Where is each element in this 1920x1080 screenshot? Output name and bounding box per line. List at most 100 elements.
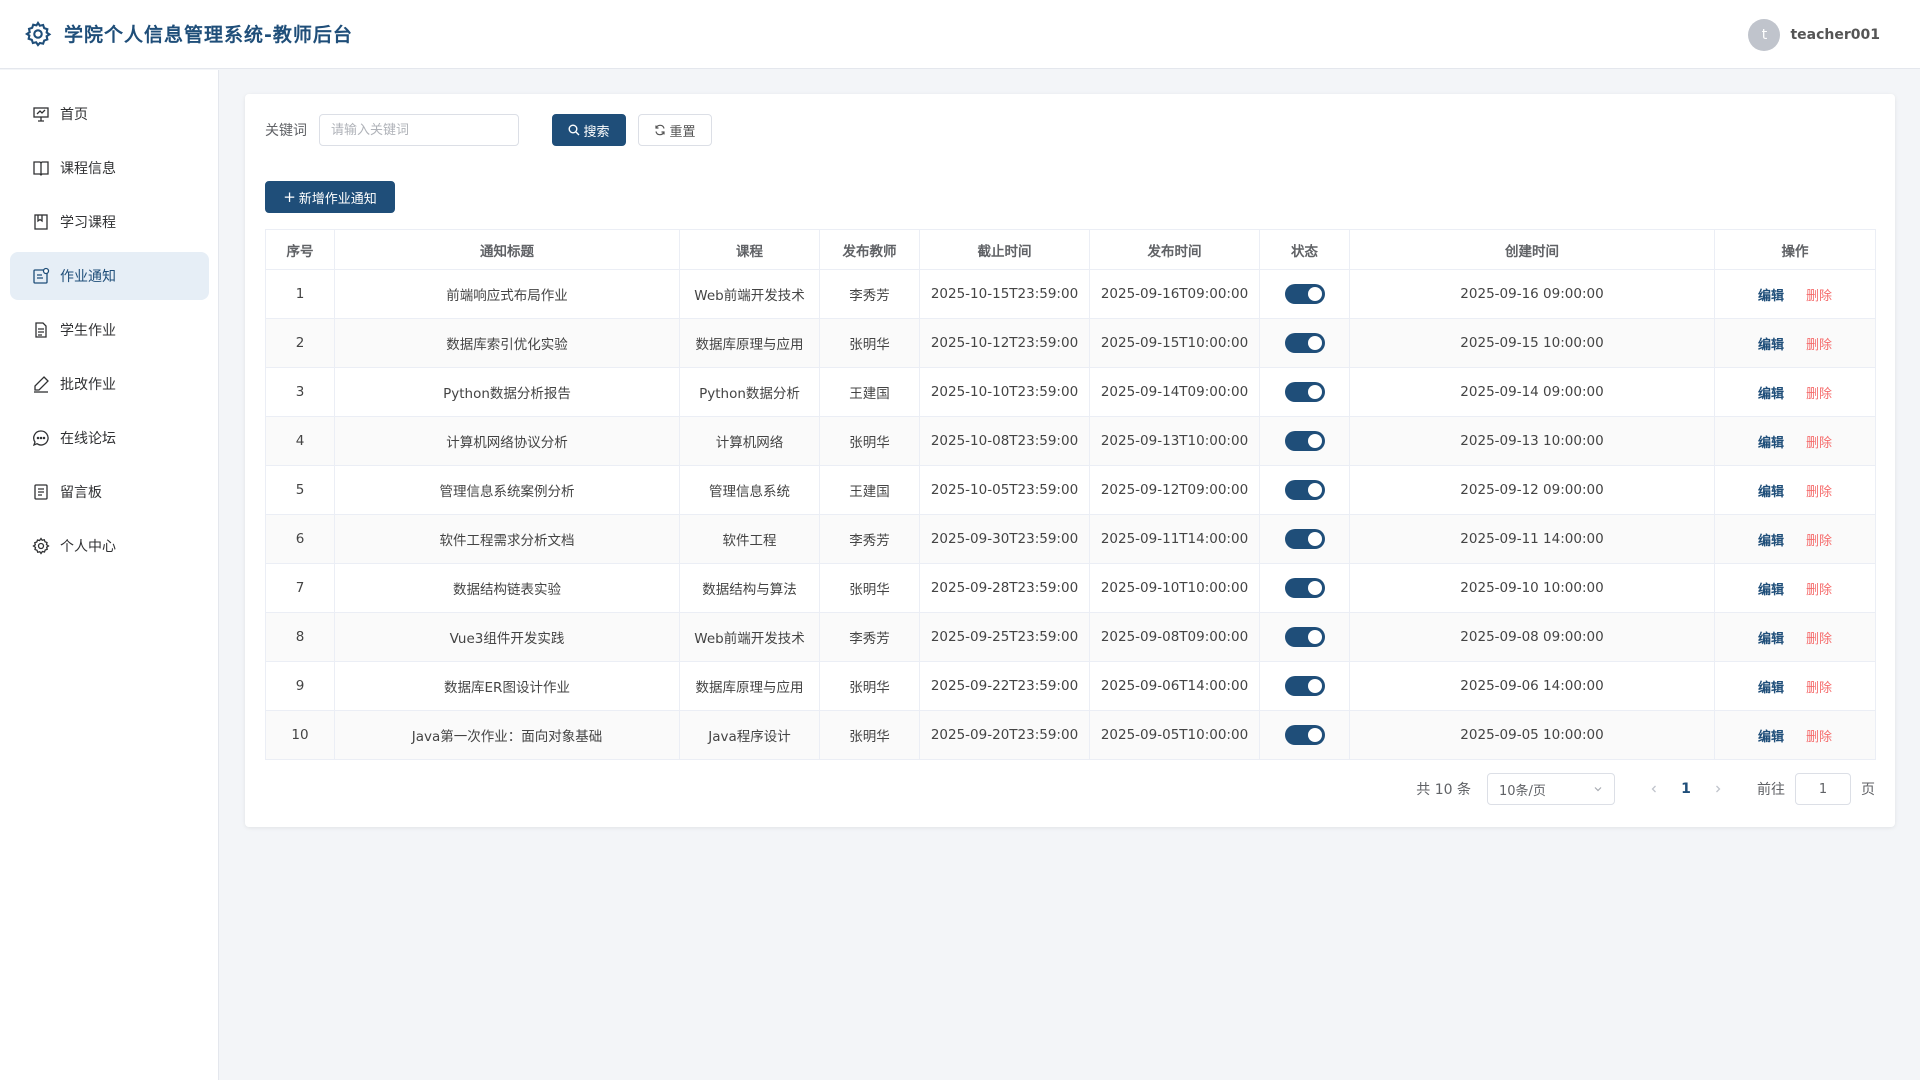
page-number[interactable]: 1 bbox=[1669, 774, 1703, 804]
status-toggle[interactable] bbox=[1284, 333, 1325, 353]
table-row: 10 Java第一次作业：面向对象基础 Java程序设计 张明华 2025-09-20T… bbox=[265, 710, 1876, 760]
sidebar-item-study-course[interactable]: 学习课程 bbox=[10, 198, 209, 246]
cell-actions: 编辑 删除 bbox=[1714, 661, 1876, 711]
chevron-right-icon bbox=[1716, 785, 1721, 793]
cell-created: 2025-09-16 09:00:00 bbox=[1349, 269, 1715, 319]
delete-button[interactable]: 删除 bbox=[1806, 289, 1832, 304]
col-header-status: 状态 bbox=[1259, 229, 1350, 270]
table-row: 4 计算机网络协议分析 计算机网络 张明华 2025-10-08T23:59:00 202… bbox=[265, 416, 1876, 466]
delete-button[interactable]: 删除 bbox=[1806, 387, 1832, 402]
delete-button[interactable]: 删除 bbox=[1806, 730, 1832, 745]
status-toggle[interactable] bbox=[1284, 578, 1325, 598]
toggle-knob bbox=[1307, 336, 1322, 350]
status-toggle[interactable] bbox=[1284, 431, 1325, 451]
keyword-input[interactable] bbox=[319, 114, 519, 146]
edit-button[interactable]: 编辑 bbox=[1758, 289, 1784, 304]
col-header-title: 通知标题 bbox=[334, 229, 680, 270]
sidebar-item-label: 学习课程 bbox=[60, 215, 116, 231]
delete-button[interactable]: 删除 bbox=[1806, 534, 1832, 549]
edit-button[interactable]: 编辑 bbox=[1758, 485, 1784, 500]
status-toggle[interactable] bbox=[1284, 627, 1325, 647]
edit-button[interactable]: 编辑 bbox=[1758, 632, 1784, 647]
cell-course: Python数据分析 bbox=[679, 367, 820, 417]
toggle-knob bbox=[1307, 385, 1322, 399]
col-header-publish: 发布时间 bbox=[1089, 229, 1260, 270]
cell-actions: 编辑 删除 bbox=[1714, 416, 1876, 466]
delete-button[interactable]: 删除 bbox=[1806, 681, 1832, 696]
cell-teacher: 王建国 bbox=[819, 367, 920, 417]
cell-course: Web前端开发技术 bbox=[679, 269, 820, 319]
prev-page-button[interactable] bbox=[1639, 774, 1669, 804]
edit-button[interactable]: 编辑 bbox=[1758, 681, 1784, 696]
reset-button-label: 重置 bbox=[669, 124, 696, 140]
delete-button[interactable]: 删除 bbox=[1806, 436, 1832, 451]
col-header-created: 创建时间 bbox=[1349, 229, 1715, 270]
goto-label: 前往 bbox=[1757, 782, 1785, 798]
sidebar-item-home[interactable]: 首页 bbox=[10, 90, 209, 138]
gear-icon[interactable] bbox=[24, 20, 52, 48]
goto-page-input[interactable] bbox=[1795, 773, 1851, 805]
cell-actions: 编辑 删除 bbox=[1714, 563, 1876, 613]
cell-no: 9 bbox=[265, 661, 335, 711]
delete-button[interactable]: 删除 bbox=[1806, 485, 1832, 500]
notebook-icon bbox=[34, 214, 48, 230]
username[interactable]: teacher001 bbox=[1790, 27, 1880, 43]
next-page-button[interactable] bbox=[1703, 774, 1733, 804]
cell-actions: 编辑 删除 bbox=[1714, 710, 1876, 760]
cell-publish: 2025-09-05T10:00:00 bbox=[1089, 710, 1260, 760]
delete-button[interactable]: 删除 bbox=[1806, 338, 1832, 353]
status-toggle[interactable] bbox=[1284, 529, 1325, 549]
sidebar-item-label: 留言板 bbox=[60, 485, 102, 501]
page-size-select[interactable]: 10条/页 bbox=[1487, 773, 1615, 805]
cell-publish: 2025-09-12T09:00:00 bbox=[1089, 465, 1260, 515]
sidebar-item-student-homework[interactable]: 学生作业 bbox=[10, 306, 209, 354]
cell-deadline: 2025-09-30T23:59:00 bbox=[919, 514, 1090, 564]
refresh-icon bbox=[655, 124, 666, 136]
table-row: 2 数据库索引优化实验 数据库原理与应用 张明华 2025-10-12T23:59:00… bbox=[265, 318, 1876, 368]
cell-created: 2025-09-11 14:00:00 bbox=[1349, 514, 1715, 564]
cell-title: 管理信息系统案例分析 bbox=[334, 465, 680, 515]
status-toggle[interactable] bbox=[1284, 725, 1325, 745]
status-toggle[interactable] bbox=[1284, 382, 1325, 402]
cell-title: Vue3组件开发实践 bbox=[334, 612, 680, 662]
cell-no: 2 bbox=[265, 318, 335, 368]
status-toggle[interactable] bbox=[1284, 284, 1325, 304]
status-toggle[interactable] bbox=[1284, 480, 1325, 500]
delete-button[interactable]: 删除 bbox=[1806, 632, 1832, 647]
cell-title: 前端响应式布局作业 bbox=[334, 269, 680, 319]
edit-button[interactable]: 编辑 bbox=[1758, 387, 1784, 402]
edit-button[interactable]: 编辑 bbox=[1758, 436, 1784, 451]
reset-button[interactable]: 重置 bbox=[638, 114, 712, 146]
cell-publish: 2025-09-14T09:00:00 bbox=[1089, 367, 1260, 417]
cell-no: 5 bbox=[265, 465, 335, 515]
user-menu[interactable]: t teacher001 bbox=[1748, 19, 1880, 51]
cell-no: 1 bbox=[265, 269, 335, 319]
table-row: 5 管理信息系统案例分析 管理信息系统 王建国 2025-10-05T23:59:00 2… bbox=[265, 465, 1876, 515]
edit-button[interactable]: 编辑 bbox=[1758, 534, 1784, 549]
sidebar-item-profile[interactable]: 个人中心 bbox=[10, 522, 209, 570]
sidebar-item-message-board[interactable]: 留言板 bbox=[10, 468, 209, 516]
cell-status bbox=[1259, 563, 1350, 613]
sidebar-item-homework-notice[interactable]: 作业通知 bbox=[10, 252, 209, 300]
sidebar-item-forum[interactable]: 在线论坛 bbox=[10, 414, 209, 462]
cell-created: 2025-09-15 10:00:00 bbox=[1349, 318, 1715, 368]
toggle-knob bbox=[1307, 287, 1322, 301]
cell-title: 软件工程需求分析文档 bbox=[334, 514, 680, 564]
cell-created: 2025-09-08 09:00:00 bbox=[1349, 612, 1715, 662]
edit-button[interactable]: 编辑 bbox=[1758, 338, 1784, 353]
add-notice-button[interactable]: + 新增作业通知 bbox=[265, 181, 395, 213]
table-row: 7 数据结构链表实验 数据结构与算法 张明华 2025-09-28T23:59:00 20… bbox=[265, 563, 1876, 613]
edit-button[interactable]: 编辑 bbox=[1758, 583, 1784, 598]
status-toggle[interactable] bbox=[1284, 676, 1325, 696]
search-button[interactable]: 搜索 bbox=[552, 114, 626, 146]
cell-teacher: 李秀芳 bbox=[819, 612, 920, 662]
edit-button[interactable]: 编辑 bbox=[1758, 730, 1784, 745]
sidebar-item-grade-homework[interactable]: 批改作业 bbox=[10, 360, 209, 408]
cell-deadline: 2025-10-10T23:59:00 bbox=[919, 367, 1090, 417]
sidebar-item-label: 学生作业 bbox=[60, 323, 116, 339]
cell-title: 数据结构链表实验 bbox=[334, 563, 680, 613]
avatar[interactable]: t bbox=[1748, 19, 1781, 51]
sidebar-item-course-info[interactable]: 课程信息 bbox=[10, 144, 209, 192]
cell-deadline: 2025-09-28T23:59:00 bbox=[919, 563, 1090, 613]
delete-button[interactable]: 删除 bbox=[1806, 583, 1832, 598]
